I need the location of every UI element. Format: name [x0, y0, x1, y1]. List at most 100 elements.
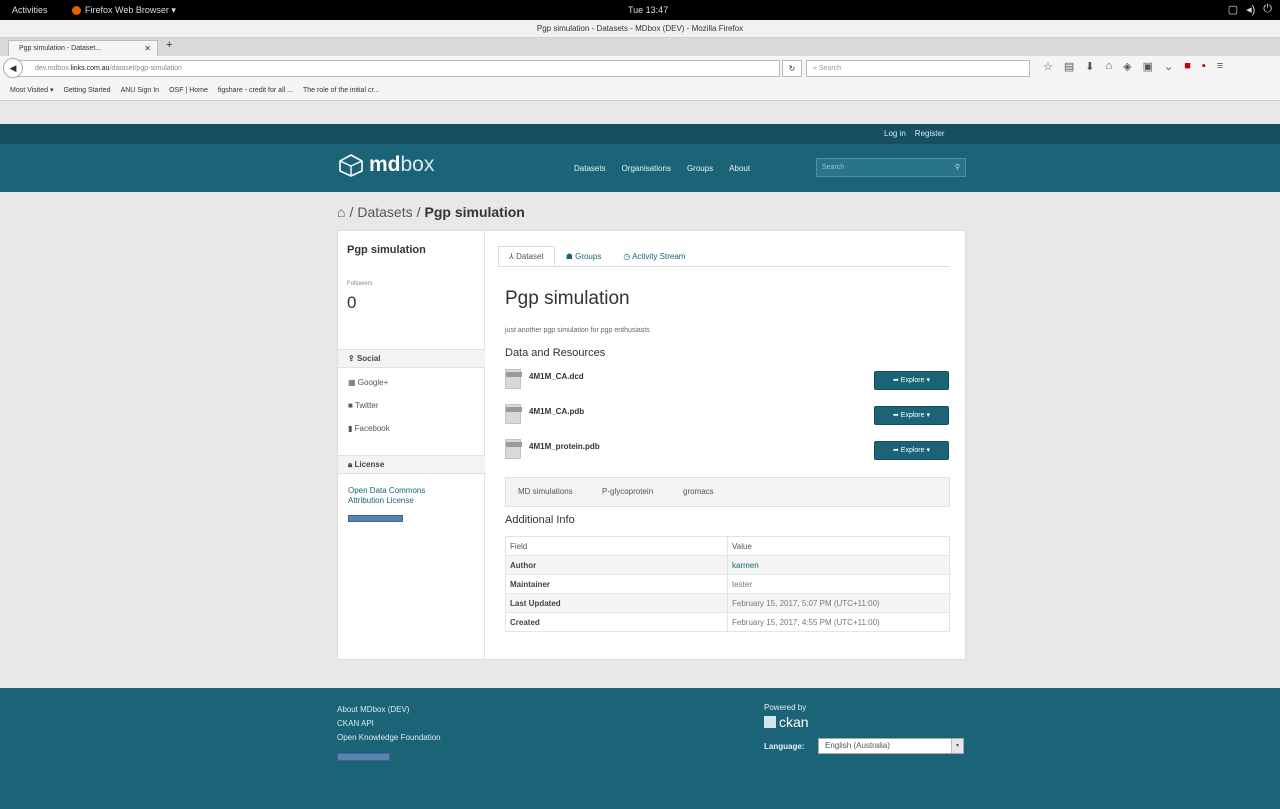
tab-dataset[interactable]: ⅄ Dataset [498, 246, 555, 266]
site-search-placeholder: Search [822, 164, 845, 171]
logo-text-light: box [400, 153, 435, 176]
followers-label: Followers [347, 281, 373, 287]
app-menu-label: Firefox Web Browser ▾ [85, 5, 176, 15]
activities-button[interactable]: Activities [12, 5, 48, 15]
site-search-input[interactable]: Search ⚲ [816, 158, 966, 177]
bookmark-figshare[interactable]: figshare - credit for all ... [218, 82, 293, 100]
breadcrumb-separator: / [349, 204, 354, 220]
window-icon: ▢ [1227, 4, 1239, 16]
home-icon[interactable]: ⌂ [1106, 60, 1113, 73]
pdf-extension-icon[interactable]: ▪ [1202, 60, 1206, 73]
bookmark-getting-started[interactable]: Getting Started [63, 82, 110, 100]
firefox-icon [72, 6, 81, 15]
library-icon[interactable]: ▤ [1064, 60, 1074, 73]
system-tray[interactable]: ▢ ◂) ⏻ [1228, 3, 1272, 16]
resource-item[interactable]: 4M1M_CA.dcd ➦ Explore ▾ [505, 369, 950, 393]
social-facebook[interactable]: ▮ Facebook [348, 424, 390, 433]
language-value: English (Australia) [825, 741, 890, 750]
explore-label: Explore ▾ [900, 412, 930, 419]
social-google-plus[interactable]: ▦ Google+ [348, 378, 388, 387]
bookmark-role-initial[interactable]: The role of the initial cr... [303, 82, 379, 100]
bookmark-osf-home[interactable]: OSF | Home [169, 82, 208, 100]
pocket-icon[interactable]: ◈ [1123, 60, 1131, 73]
screenshot-icon[interactable]: ▣ [1143, 60, 1153, 73]
license-link[interactable]: Open Data Commons Attribution License [348, 486, 425, 506]
back-button[interactable]: ◀ [3, 58, 23, 78]
language-select[interactable]: English (Australia) ▾ [818, 738, 964, 754]
resource-name[interactable]: 4M1M_protein.pdb [529, 442, 600, 451]
browser-toolbar: ☆ ▤ ⬇ ⌂ ◈ ▣ ⌄ ■ ▪ ≡ [1043, 60, 1223, 73]
system-clock[interactable]: Tue 13:47 [628, 5, 668, 15]
breadcrumb-datasets[interactable]: Datasets [357, 204, 412, 220]
nav-datasets[interactable]: Datasets [574, 164, 606, 173]
explore-button[interactable]: ➦ Explore ▾ [874, 371, 949, 390]
footer-link-okf[interactable]: Open Knowledge Foundation [337, 731, 441, 745]
tag-item[interactable]: MD simulations [518, 487, 573, 496]
nav-groups[interactable]: Groups [687, 164, 713, 173]
search-icon[interactable]: ⚲ [955, 159, 960, 176]
social-twitter[interactable]: ■ Twitter [348, 401, 378, 410]
explore-button[interactable]: ➦ Explore ▾ [874, 406, 949, 425]
chevron-down-icon[interactable]: ⌄ [1164, 60, 1173, 73]
footer-link-api[interactable]: CKAN API [337, 717, 441, 731]
new-tab-button[interactable]: + [166, 39, 172, 51]
followers-count: 0 [347, 293, 357, 312]
open-data-badge[interactable] [337, 753, 390, 761]
browser-search-placeholder: Search [818, 65, 842, 72]
ckan-logo[interactable]: ckan [764, 714, 809, 730]
google-plus-icon: ▦ [348, 378, 358, 387]
resource-item[interactable]: 4M1M_protein.pdb ➦ Explore ▾ [505, 439, 950, 463]
table-cell-field: Last Updated [505, 593, 728, 613]
bookmark-anu-sign-in[interactable]: ANU Sign In [121, 82, 160, 100]
sidebar: Pgp simulation Followers 0 ⇪ Social ▦ Go… [338, 231, 485, 661]
url-bar[interactable]: dev.mdbox.links.com.au/dataset/pgp-simul… [12, 60, 780, 77]
reload-button[interactable]: ↻ [782, 60, 802, 77]
table-cell-value: February 15, 2017, 5:07 PM (UTC+11:00) [727, 593, 950, 613]
site-footer: About MDbox (DEV) CKAN API Open Knowledg… [0, 688, 1280, 809]
extension-icon[interactable]: ■ [1184, 60, 1191, 73]
language-label: Language: [764, 742, 805, 751]
social-google-plus-label: Google+ [357, 378, 389, 387]
tab-dataset-label: Dataset [516, 252, 544, 261]
social-heading-label: Social [356, 354, 381, 363]
breadcrumb: ⌂ / Datasets / Pgp simulation [337, 204, 525, 220]
resource-name[interactable]: 4M1M_CA.dcd [529, 372, 584, 381]
open-data-badge[interactable] [348, 515, 403, 522]
nav-about[interactable]: About [729, 164, 750, 173]
browser-search-input[interactable]: ⌕ Search [806, 60, 1030, 77]
home-icon[interactable]: ⌂ [337, 204, 345, 220]
bookmark-star-icon[interactable]: ☆ [1043, 60, 1053, 73]
resource-name[interactable]: 4M1M_CA.pdb [529, 407, 584, 416]
license-heading: 🔒︎ License [338, 455, 485, 474]
url-domain: links.com.au [70, 65, 110, 72]
clock-icon: ◷ [623, 252, 633, 261]
explore-label: Explore ▾ [900, 447, 930, 454]
menu-icon[interactable]: ≡ [1217, 60, 1223, 73]
download-icon[interactable]: ⬇ [1085, 60, 1094, 73]
site-logo[interactable]: mdbox [337, 153, 434, 177]
share-arrow-icon: ➦ [892, 377, 901, 384]
tab-groups[interactable]: ☗ Groups [555, 246, 613, 266]
browser-tab[interactable]: Pgp simulation - Dataset... ✕ [8, 40, 158, 56]
tab-activity-stream[interactable]: ◷ Activity Stream [612, 246, 696, 266]
app-menu[interactable]: Firefox Web Browser ▾ [72, 5, 176, 16]
table-cell-field: Author [505, 555, 728, 575]
bookmark-most-visited[interactable]: Most Visited ▾ [10, 82, 53, 100]
tag-item[interactable]: P-glycoprotein [602, 487, 653, 496]
nav-organisations[interactable]: Organisations [622, 164, 671, 173]
group-icon: ☗ [565, 252, 576, 261]
table-cell-value[interactable]: karmen [727, 555, 950, 575]
breadcrumb-current[interactable]: Pgp simulation [425, 204, 525, 220]
close-tab-icon[interactable]: ✕ [144, 41, 151, 56]
social-twitter-label: Twitter [354, 401, 379, 410]
explore-button[interactable]: ➦ Explore ▾ [874, 441, 949, 460]
tag-list: MD simulations P-glycoprotein gromacs [505, 477, 950, 507]
register-link[interactable]: Register [915, 129, 945, 138]
resource-item[interactable]: 4M1M_CA.pdb ➦ Explore ▾ [505, 404, 950, 428]
tag-item[interactable]: gromacs [683, 487, 714, 496]
share-arrow-icon: ➦ [892, 447, 901, 454]
share-icon: ⇪ [348, 354, 357, 363]
footer-link-about[interactable]: About MDbox (DEV) [337, 703, 441, 717]
login-link[interactable]: Log in [884, 129, 906, 138]
dataset-notes: just another pgp simulation for pgp enth… [505, 327, 650, 334]
